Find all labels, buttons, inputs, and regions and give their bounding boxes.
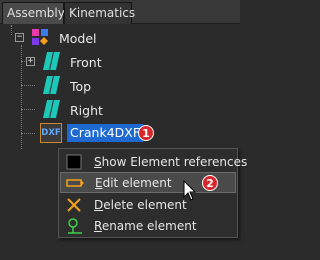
menu-item-label: Delete element: [94, 197, 187, 212]
menu-item-label: Edit element: [95, 175, 172, 190]
edit-icon: [66, 178, 84, 187]
menu-item-label: Show Element references: [94, 154, 248, 169]
menu-item-delete-element[interactable]: Delete element: [60, 194, 236, 215]
plane-icon: [43, 76, 60, 94]
tree-item-label: Model: [59, 30, 97, 46]
menu-item-label: Rename element: [94, 218, 197, 233]
references-icon: [66, 154, 82, 169]
context-menu: Show Element references Edit element 2 D…: [58, 148, 247, 238]
mouse-cursor-icon: [183, 180, 197, 201]
tree-item-label: Right: [70, 102, 103, 118]
tree-item-top[interactable]: Top: [70, 76, 91, 96]
model-icon: [32, 29, 48, 45]
delete-icon: [67, 197, 81, 212]
tree-connector: [11, 25, 12, 35]
tree-item-right[interactable]: Right: [70, 100, 103, 120]
tree-item-label: Front: [70, 54, 102, 70]
menu-item-rename-element[interactable]: Rename element: [60, 215, 236, 236]
collapse-model-toggle[interactable]: −: [15, 33, 24, 42]
tree-item-crank4dxf[interactable]: Crank4DXF: [67, 124, 144, 142]
tree-connector: [21, 109, 35, 110]
step-badge-1: 1: [138, 125, 154, 141]
menu-item-show-element-references[interactable]: Show Element references: [60, 151, 247, 172]
tree-item-model[interactable]: Model: [59, 28, 97, 48]
rename-icon: [68, 217, 82, 234]
dxf-icon: DXF: [40, 123, 62, 143]
menu-item-edit-element[interactable]: Edit element 2: [60, 172, 236, 193]
tree-item-front[interactable]: Front: [70, 52, 102, 72]
expand-front-toggle[interactable]: +: [26, 57, 35, 66]
step-badge-2: 2: [202, 175, 218, 191]
tab-kinematics[interactable]: Kinematics: [64, 2, 135, 24]
tree-connector: [21, 133, 35, 134]
tab-assembly[interactable]: Assembly: [2, 2, 65, 24]
tree-connector: [21, 85, 35, 86]
plane-icon: [43, 52, 60, 70]
plane-icon: [43, 100, 60, 118]
tab-bar: Assembly Kinematics: [0, 0, 240, 24]
tree-item-label: Top: [70, 78, 92, 94]
